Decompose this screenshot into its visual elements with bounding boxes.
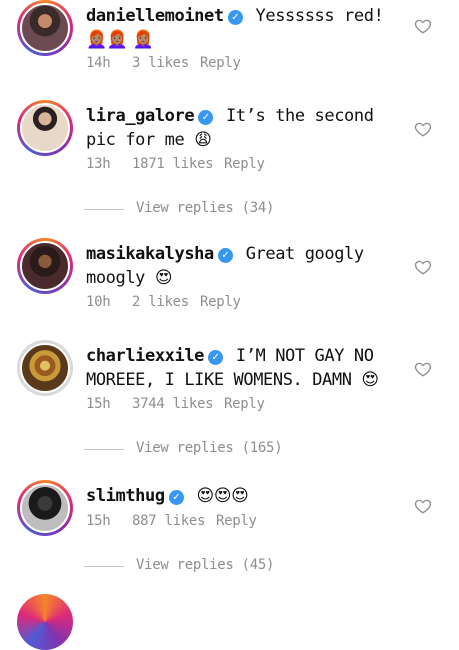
avatar[interactable]: [20, 103, 70, 153]
divider-line: [84, 449, 124, 450]
view-replies-label[interactable]: View replies (165): [136, 440, 283, 456]
comment-body: Yessssss red!: [255, 6, 384, 26]
comment-emoji: 😍😍😍: [196, 486, 249, 506]
divider-line: [84, 209, 124, 210]
comment-emoji: 😍: [361, 370, 379, 390]
likes-count[interactable]: 887 likes: [132, 513, 205, 529]
next-avatar-ring[interactable]: [17, 594, 73, 650]
comment-emoji: 😍: [154, 268, 173, 288]
comment-text: charliexxile ✓ I’M NOT GAY NO MOREEE, I L…: [86, 344, 406, 392]
heart-outline-icon[interactable]: [414, 258, 432, 276]
view-replies-label[interactable]: View replies (34): [136, 200, 275, 216]
heart-outline-icon[interactable]: [414, 360, 432, 378]
username[interactable]: charliexxile: [86, 346, 204, 366]
comment-text: daniellemoinet ✓ Yessssss red! 👩🏽‍🦰👩🏽‍🦰 👩…: [86, 4, 406, 52]
likes-count[interactable]: 2 likes: [132, 294, 189, 310]
avatar-ring[interactable]: [17, 0, 73, 56]
comment-time: 15h: [86, 513, 111, 529]
avatar-ring[interactable]: [17, 238, 73, 294]
likes-count[interactable]: 3 likes: [132, 55, 189, 71]
avatar[interactable]: [20, 241, 70, 291]
avatar-ring[interactable]: [17, 100, 73, 156]
username[interactable]: masikakalysha: [86, 244, 214, 264]
verified-badge-icon: ✓: [198, 110, 214, 125]
reply-button[interactable]: Reply: [224, 156, 265, 172]
comment-emoji: 😩: [194, 130, 212, 150]
reply-button[interactable]: Reply: [216, 513, 257, 529]
avatar[interactable]: [20, 483, 70, 533]
heart-outline-icon[interactable]: [414, 120, 432, 138]
verified-badge-icon: ✓: [217, 248, 233, 263]
reply-button[interactable]: Reply: [200, 294, 241, 310]
username[interactable]: slimthug: [86, 486, 165, 506]
comment-time: 10h: [86, 294, 111, 310]
verified-badge-icon: ✓: [227, 10, 243, 25]
heart-outline-icon[interactable]: [414, 497, 432, 515]
reply-button[interactable]: Reply: [200, 55, 241, 71]
likes-count[interactable]: 3744 likes: [132, 396, 214, 412]
avatar[interactable]: [20, 3, 70, 53]
divider-line: [84, 566, 124, 567]
verified-badge-icon: ✓: [168, 490, 184, 505]
avatar-ring[interactable]: [17, 340, 73, 396]
verified-badge-icon: ✓: [208, 350, 224, 365]
view-replies-label[interactable]: View replies (45): [136, 557, 275, 573]
heart-outline-icon[interactable]: [414, 17, 432, 35]
comment-time: 14h: [86, 55, 111, 71]
comment-text: masikakalysha ✓ Great googly moogly 😍: [86, 242, 406, 290]
comment-time: 13h: [86, 156, 111, 172]
avatar[interactable]: [20, 343, 70, 393]
likes-count[interactable]: 1871 likes: [132, 156, 214, 172]
username[interactable]: lira_galore: [86, 106, 195, 126]
comment-text: slimthug ✓ 😍😍😍: [86, 484, 406, 508]
avatar-ring[interactable]: [17, 480, 73, 536]
comment-text: lira_galore ✓ It’s the second pic for me …: [86, 104, 406, 152]
comment-time: 15h: [86, 396, 111, 412]
comment-emoji: 👩🏽‍🦰👩🏽‍🦰 👩🏽‍🦰: [86, 30, 154, 50]
username[interactable]: daniellemoinet: [86, 6, 224, 26]
reply-button[interactable]: Reply: [224, 396, 265, 412]
